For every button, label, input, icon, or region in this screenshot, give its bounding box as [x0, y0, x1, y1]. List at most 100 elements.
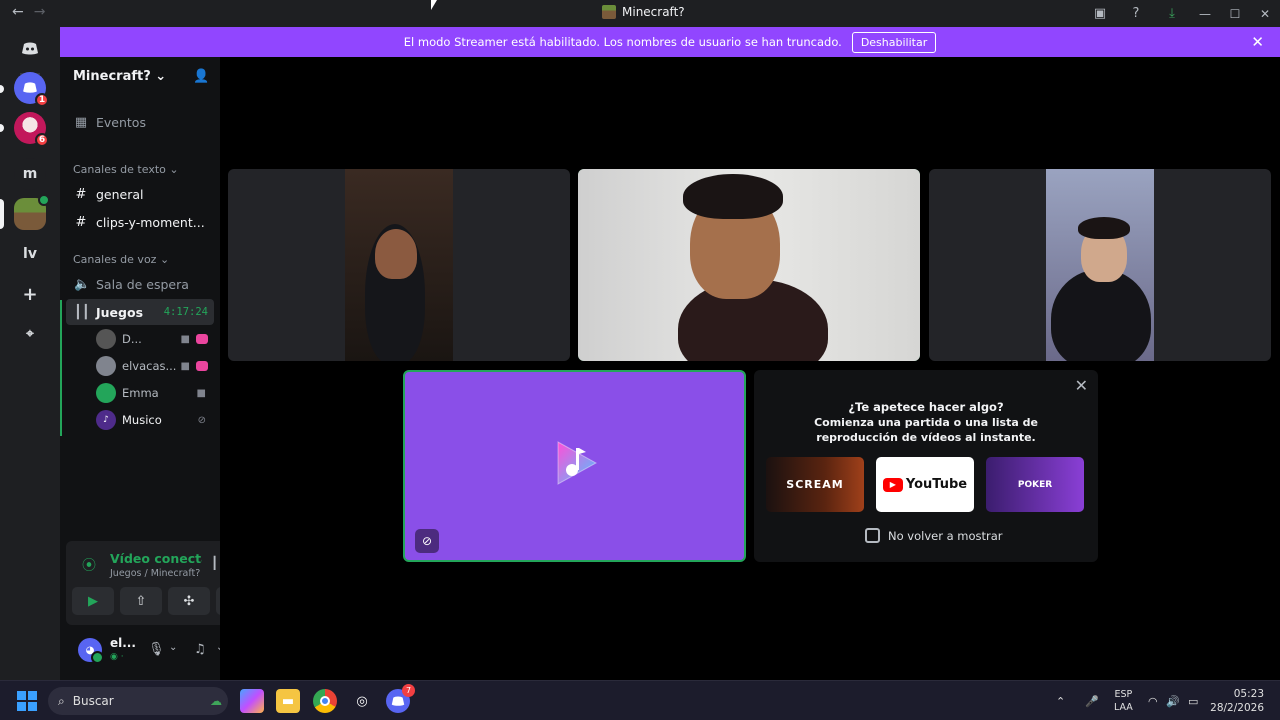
search-placeholder: Buscar — [72, 694, 114, 708]
text-category-label: Canales de texto — [73, 163, 166, 176]
dont-show-again-checkbox[interactable]: No volver a mostrar — [865, 528, 1003, 543]
headphones-icon[interactable]: ♫ — [194, 642, 206, 657]
text-category[interactable]: Canales de texto ⌄ — [73, 163, 179, 176]
server-avatar-2[interactable]: 6 — [14, 112, 49, 147]
lang-bottom: LAA — [1114, 702, 1133, 713]
voice-user[interactable]: elvacas... ■ — [96, 354, 214, 378]
camera-feed — [578, 169, 920, 361]
microphone-icon[interactable]: 🎙 — [148, 642, 165, 657]
copilot-icon[interactable] — [240, 689, 264, 713]
microphone-in-use-icon[interactable]: 🎤 — [1085, 681, 1099, 720]
music-activity-tile[interactable]: ⊘ — [403, 370, 746, 562]
channel-sala-de-espera[interactable]: 🔈 Sala de espera — [66, 271, 214, 297]
events-label: Eventos — [96, 114, 146, 130]
speaker-icon: 🔈 — [74, 276, 91, 292]
discord-taskbar-icon[interactable]: 7 — [386, 684, 415, 713]
activities-button[interactable]: ✣ — [168, 587, 210, 615]
voice-user-name: Musico — [122, 413, 162, 427]
file-explorer-icon[interactable]: ▬ — [276, 689, 300, 713]
forward-button[interactable]: → — [34, 4, 46, 20]
activity-prompt-title: ¿Te apetece hacer algo? — [848, 400, 1004, 414]
server-rail: 1 6 m lv + ⌖ — [0, 27, 60, 680]
title-bar: ← → Minecraft? ▣ ? ⤓ — ☐ ✕ — [0, 0, 1280, 27]
activity-icon — [196, 334, 208, 344]
voice-active-indicator — [38, 194, 50, 206]
lang-top: ESP — [1114, 689, 1133, 700]
volume-icon[interactable]: 🔊 — [1166, 681, 1180, 720]
dont-show-label: No volver a mostrar — [888, 528, 1003, 543]
guild-header[interactable]: Minecraft? ⌄ — [73, 69, 166, 84]
language-indicator[interactable]: ESP LAA — [1114, 688, 1133, 714]
battery-icon[interactable]: ▭ — [1188, 681, 1198, 720]
explore-icon[interactable]: ⌖ — [14, 318, 46, 350]
events-item[interactable]: ▦ Eventos — [66, 109, 214, 135]
close-icon[interactable]: ✕ — [1075, 376, 1088, 395]
voice-category[interactable]: Canales de voz ⌄ — [73, 253, 169, 266]
close-window-button[interactable]: ✕ — [1250, 0, 1280, 27]
server-minecraft[interactable] — [14, 194, 50, 230]
voice-user[interactable]: D... ■ — [96, 327, 214, 351]
add-server-icon[interactable]: + — [14, 278, 46, 310]
voice-wave-icon: ┃┃ — [74, 304, 90, 320]
search-highlight-icon: ☁ — [210, 694, 222, 708]
minimize-button[interactable]: — — [1190, 0, 1220, 27]
hash-icon: # — [75, 186, 87, 202]
banner-close-icon[interactable]: ✕ — [1251, 33, 1264, 51]
server-m[interactable]: m — [14, 158, 46, 190]
chevron-down-icon[interactable]: ⌄ — [169, 642, 177, 653]
voice-stage: ⊘ ✕ ¿Te apetece hacer algo? Comienza una… — [220, 57, 1280, 680]
discord-window: ← → Minecraft? ▣ ? ⤓ — ☐ ✕ El modo Strea… — [0, 0, 1280, 720]
voice-user[interactable]: Emma ■ — [96, 381, 214, 405]
signal-icon[interactable]: ⦿ — [82, 555, 96, 575]
checkbox-box[interactable] — [865, 528, 880, 543]
video-tile[interactable] — [929, 169, 1271, 361]
video-tile[interactable] — [228, 169, 570, 361]
voice-user[interactable]: ♪ Musico ⊘ — [96, 408, 214, 432]
video-tile-speaking[interactable] — [578, 169, 920, 361]
server-2-badge: 6 — [35, 133, 49, 147]
screen-share-button[interactable]: ⇧ — [120, 587, 162, 615]
app-icon[interactable]: ◎ — [350, 689, 374, 713]
minecraft-icon — [602, 5, 616, 19]
taskbar-search[interactable]: ⌕ Buscar ☁ — [48, 687, 228, 715]
mouse-cursor — [431, 0, 437, 10]
search-icon: ⌕ — [58, 693, 65, 708]
activity-card-poker[interactable]: POKER — [986, 457, 1084, 512]
muted-stream-icon[interactable]: ⊘ — [415, 529, 439, 553]
voice-status[interactable]: Vídeo conectado — [110, 551, 202, 566]
channel-general-label: general — [96, 186, 144, 202]
wifi-icon[interactable]: ◠ — [1148, 681, 1158, 720]
voice-user-name: elvacas... — [122, 359, 177, 373]
inbox-icon[interactable]: ▣ — [1082, 0, 1118, 27]
camera-button[interactable]: ▶ — [72, 587, 114, 615]
activity-card-youtube[interactable]: ▶ YouTube — [876, 457, 974, 512]
voice-location: Juegos / Minecraft? — [110, 568, 201, 579]
invite-people-icon[interactable]: 👤 — [193, 69, 209, 84]
help-icon[interactable]: ? — [1118, 0, 1154, 27]
download-icon[interactable]: ⤓ — [1154, 0, 1190, 27]
avatar — [96, 383, 116, 403]
back-button[interactable]: ← — [12, 4, 24, 20]
music-app-icon — [557, 441, 598, 485]
maximize-button[interactable]: ☐ — [1220, 0, 1250, 27]
channel-general[interactable]: # general — [66, 181, 214, 207]
user-avatar[interactable]: ◕ — [78, 638, 104, 664]
voice-user-name: Emma — [122, 386, 159, 400]
discord-home-icon[interactable] — [14, 33, 46, 65]
streamer-mode-banner: El modo Streamer está habilitado. Los no… — [60, 27, 1280, 57]
channel-clips[interactable]: # clips-y-moment... — [66, 209, 214, 235]
poker-label: POKER — [1017, 479, 1053, 490]
server-lv[interactable]: lv — [14, 238, 46, 270]
camera-icon: ■ — [180, 360, 190, 372]
channel-juegos[interactable]: ┃┃ Juegos 4:17:24 — [66, 299, 214, 325]
server-direct-messages[interactable]: 1 — [14, 72, 49, 107]
user-status: ◉ · — [110, 652, 124, 662]
windows-start-icon[interactable] — [17, 691, 37, 711]
window-title: Minecraft? — [602, 5, 685, 19]
chrome-icon[interactable] — [313, 689, 337, 713]
avatar: ♪ — [96, 410, 116, 430]
system-clock[interactable]: 05:23 28/2/2026 — [1210, 687, 1264, 715]
activity-card-scream[interactable]: SCREAM — [766, 457, 864, 512]
disable-streamer-button[interactable]: Deshabilitar — [851, 31, 937, 53]
tray-chevron-icon[interactable]: ⌃ — [1056, 681, 1065, 720]
